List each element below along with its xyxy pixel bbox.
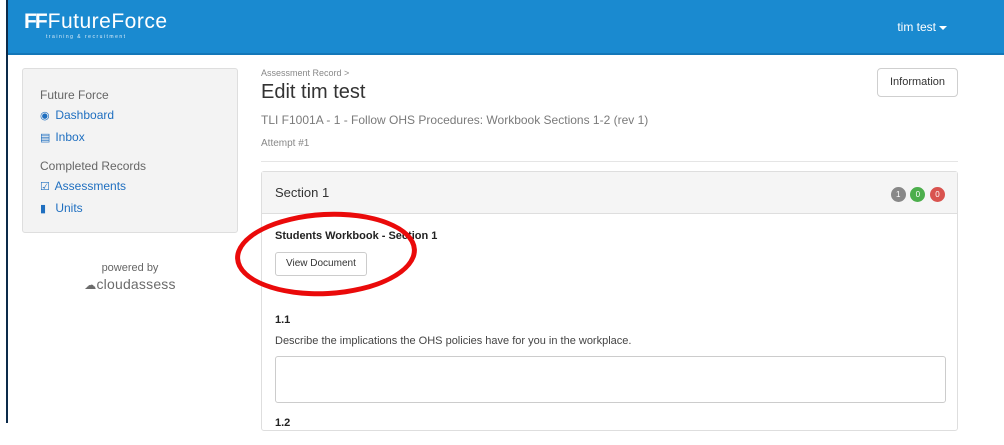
question-number: 1.2 (275, 417, 291, 429)
logo-text: FutureForce (47, 10, 168, 33)
logo-subtitle: training & recruitment (46, 34, 127, 40)
sidebar-item-dashboard[interactable]: ◉ Dashboard (40, 108, 237, 122)
powered-by-footer: powered by ☁cloudassess (22, 262, 238, 292)
page-title: Edit tim test (261, 81, 366, 103)
section-header[interactable]: Section 1 1 0 0 (262, 172, 957, 214)
unit-subtitle: TLI F1001A - 1 - Follow OHS Procedures: … (261, 113, 649, 127)
status-badge-red: 0 (930, 187, 945, 202)
question-number: 1.1 (275, 314, 291, 326)
futureforce-logo[interactable]: FFFutureForce training & recruitment (24, 10, 168, 40)
window-left-edge (0, 0, 8, 423)
sidebar-item-label: Assessments (54, 179, 127, 193)
sidebar-heading-completed-records: Completed Records (40, 159, 147, 173)
sidebar-item-label: Dashboard (55, 108, 115, 122)
sidebar-item-label: Units (55, 201, 83, 215)
sidebar-item-units[interactable]: ▮ Units (40, 201, 237, 215)
section-panel: Section 1 1 0 0 Students Workbook - Sect… (261, 171, 958, 431)
sidebar-heading-future-force: Future Force (40, 88, 109, 102)
information-button[interactable]: Information (877, 68, 958, 97)
cloud-icon: ☁ (84, 278, 97, 292)
sidebar: Future Force ◉ Dashboard ▤ Inbox Complet… (22, 68, 238, 233)
inbox-icon: ▤ (40, 132, 51, 144)
breadcrumb[interactable]: Assessment Record > (261, 68, 958, 78)
cloudassess-logo[interactable]: ☁cloudassess (22, 276, 238, 292)
user-name: tim test (897, 20, 936, 34)
sidebar-item-assessments[interactable]: ☑ Assessments (40, 179, 237, 193)
main-content: Assessment Record > Edit tim test TLI F1… (261, 68, 958, 162)
question-text: Describe the implications the OHS polici… (275, 335, 632, 347)
attempt-label: Attempt #1 (261, 138, 310, 149)
powered-by-label: powered by (101, 262, 159, 274)
header-divider (261, 161, 958, 162)
logo-mark: FF (24, 10, 48, 33)
top-navbar: FFFutureForce training & recruitment tim… (8, 0, 1004, 55)
book-icon: ▮ (40, 203, 47, 215)
status-badge-grey: 1 (890, 187, 906, 202)
sidebar-item-label: Inbox (55, 130, 85, 144)
checkbox-icon: ☑ (40, 181, 50, 193)
answer-textarea[interactable] (275, 356, 946, 403)
caret-down-icon (939, 25, 947, 30)
sidebar-item-inbox[interactable]: ▤ Inbox (40, 130, 237, 144)
view-document-button[interactable]: View Document (275, 252, 367, 276)
workbook-title: Students Workbook - Section 1 (275, 230, 438, 242)
dashboard-icon: ◉ (40, 110, 50, 122)
cloudassess-text: cloudassess (96, 276, 176, 292)
status-badges: 1 0 0 (890, 185, 945, 202)
status-badge-green: 0 (910, 187, 926, 202)
section-body: Students Workbook - Section 1 View Docum… (262, 214, 957, 445)
section-title: Section 1 (275, 185, 330, 200)
user-menu-dropdown[interactable]: tim test (897, 20, 947, 34)
